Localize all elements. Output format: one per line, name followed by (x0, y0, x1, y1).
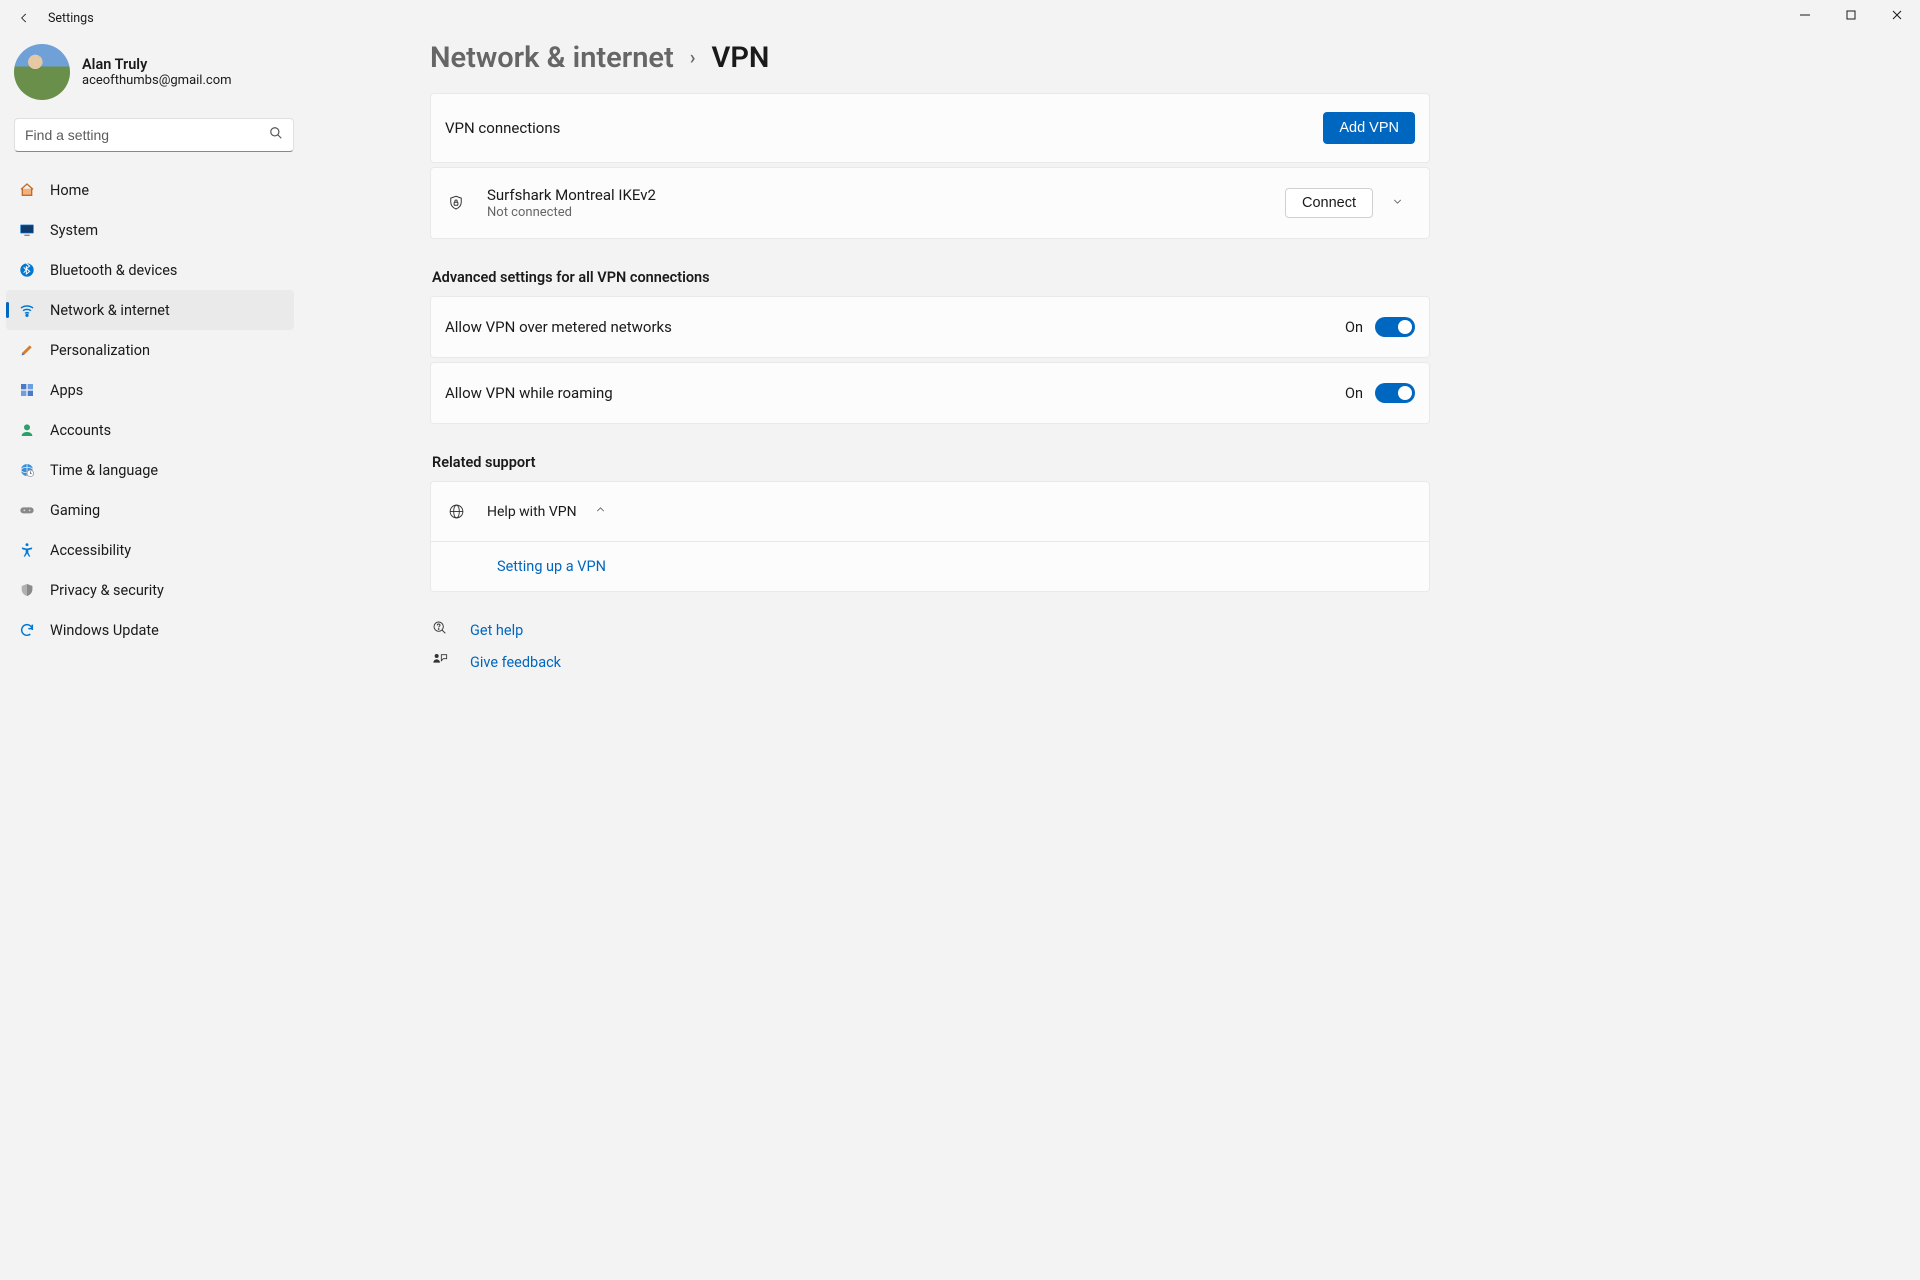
globe-icon (445, 501, 467, 523)
metered-label: Allow VPN over metered networks (445, 318, 672, 336)
minimize-button[interactable] (1782, 0, 1828, 30)
search-icon (269, 126, 283, 144)
metered-toggle-row: Allow VPN over metered networks On (430, 296, 1430, 358)
give-feedback-link[interactable]: Give feedback (430, 646, 1430, 678)
nav-label: Time & language (50, 462, 158, 479)
nav-label: Windows Update (50, 622, 159, 639)
nav-apps[interactable]: Apps (6, 370, 294, 410)
system-icon (18, 221, 36, 239)
user-email: aceofthumbs@gmail.com (82, 73, 232, 88)
search-input[interactable] (15, 127, 293, 143)
feedback-icon (432, 652, 450, 672)
nav-label: Personalization (50, 342, 150, 359)
back-button[interactable] (14, 8, 34, 28)
help-icon (432, 620, 450, 640)
wifi-icon (18, 301, 36, 319)
bluetooth-icon (18, 261, 36, 279)
help-with-vpn-label: Help with VPN (487, 504, 577, 520)
help-with-vpn-row[interactable]: Help with VPN (430, 481, 1430, 541)
vpn-item-name: Surfshark Montreal IKEv2 (487, 186, 656, 204)
accounts-icon (18, 421, 36, 439)
help-sub-panel: Setting up a VPN (430, 541, 1430, 592)
user-name: Alan Truly (82, 56, 232, 73)
maximize-button[interactable] (1828, 0, 1874, 30)
nav-gaming[interactable]: Gaming (6, 490, 294, 530)
nav-bluetooth[interactable]: Bluetooth & devices (6, 250, 294, 290)
chevron-right-icon: › (690, 46, 696, 69)
nav-privacy[interactable]: Privacy & security (6, 570, 294, 610)
vpn-item-status: Not connected (487, 205, 656, 220)
nav-label: Accounts (50, 422, 111, 439)
roaming-toggle[interactable] (1375, 383, 1415, 403)
nav-accessibility[interactable]: Accessibility (6, 530, 294, 570)
breadcrumb: Network & internet › VPN (430, 41, 1430, 75)
nav-network[interactable]: Network & internet (6, 290, 294, 330)
nav-accounts[interactable]: Accounts (6, 410, 294, 450)
breadcrumb-current: VPN (711, 41, 769, 75)
vpn-connections-label: VPN connections (445, 119, 560, 137)
metered-toggle-state: On (1345, 319, 1363, 336)
chevron-down-icon[interactable] (1379, 195, 1415, 212)
nav-label: Home (50, 182, 89, 199)
home-icon (18, 181, 36, 199)
get-help-link[interactable]: Get help (430, 614, 1430, 646)
shield-icon (18, 581, 36, 599)
nav-system[interactable]: System (6, 210, 294, 250)
metered-toggle[interactable] (1375, 317, 1415, 337)
setting-up-vpn-link[interactable]: Setting up a VPN (497, 558, 606, 575)
nav-time-language[interactable]: Time & language (6, 450, 294, 490)
brush-icon (18, 341, 36, 359)
roaming-toggle-row: Allow VPN while roaming On (430, 362, 1430, 424)
add-vpn-button[interactable]: Add VPN (1323, 112, 1415, 144)
avatar (14, 44, 70, 100)
close-button[interactable] (1874, 0, 1920, 30)
update-icon (18, 621, 36, 639)
nav-label: Network & internet (50, 302, 170, 319)
nav-label: Bluetooth & devices (50, 262, 177, 279)
apps-icon (18, 381, 36, 399)
vpn-connections-card: VPN connections Add VPN (430, 93, 1430, 163)
nav-windows-update[interactable]: Windows Update (6, 610, 294, 650)
vpn-connection-item[interactable]: Surfshark Montreal IKEv2 Not connected C… (430, 167, 1430, 239)
shield-lock-icon (445, 192, 467, 214)
search-input-wrap[interactable] (14, 118, 294, 152)
nav-label: System (50, 222, 98, 239)
nav-label: Gaming (50, 502, 100, 519)
nav-label: Accessibility (50, 542, 131, 559)
globe-clock-icon (18, 461, 36, 479)
window-title: Settings (48, 11, 94, 26)
gaming-icon (18, 501, 36, 519)
accessibility-icon (18, 541, 36, 559)
breadcrumb-parent[interactable]: Network & internet (430, 41, 674, 75)
nav-label: Apps (50, 382, 83, 399)
nav-personalization[interactable]: Personalization (6, 330, 294, 370)
give-feedback-label: Give feedback (470, 654, 561, 671)
chevron-up-icon[interactable] (583, 503, 619, 520)
related-section-title: Related support (432, 454, 1430, 471)
nav-home[interactable]: Home (6, 170, 294, 210)
user-profile[interactable]: Alan Truly aceofthumbs@gmail.com (0, 40, 300, 118)
connect-button[interactable]: Connect (1285, 188, 1373, 218)
nav-label: Privacy & security (50, 582, 164, 599)
get-help-label: Get help (470, 622, 523, 639)
roaming-label: Allow VPN while roaming (445, 384, 613, 402)
advanced-section-title: Advanced settings for all VPN connection… (432, 269, 1430, 286)
roaming-toggle-state: On (1345, 385, 1363, 402)
